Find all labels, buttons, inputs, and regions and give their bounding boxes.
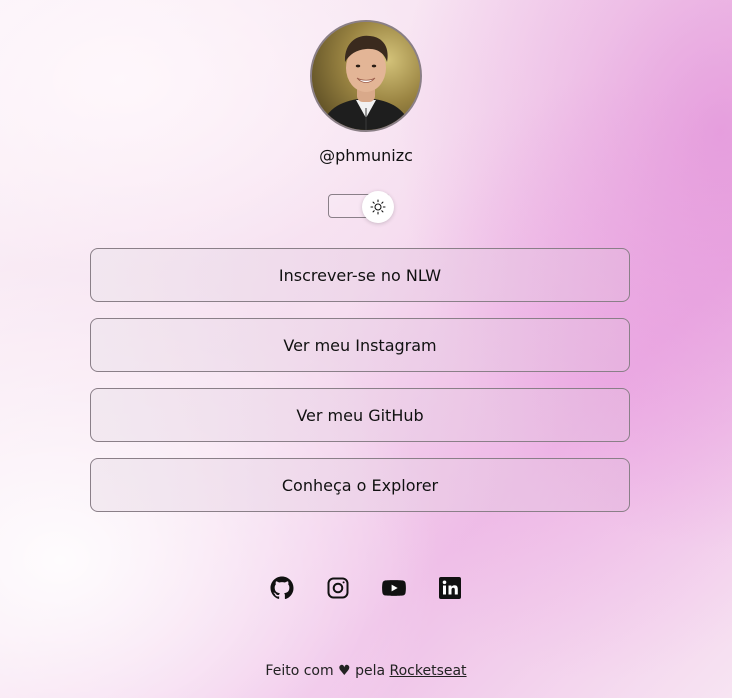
instagram-button[interactable]: Ver meu Instagram bbox=[90, 318, 630, 372]
sun-icon bbox=[370, 199, 386, 215]
theme-switch[interactable] bbox=[328, 191, 396, 225]
instagram-icon bbox=[327, 577, 349, 599]
linkedin-link[interactable] bbox=[438, 574, 462, 602]
page-container: @phmunizc Inscrever-se no NLW Ver meu In… bbox=[0, 0, 732, 698]
social-links bbox=[0, 574, 732, 602]
link-item: Conheça o Explorer bbox=[90, 458, 630, 512]
link-item: Ver meu Instagram bbox=[90, 318, 630, 372]
instagram-link[interactable] bbox=[326, 574, 350, 602]
link-item: Inscrever-se no NLW bbox=[90, 248, 630, 302]
github-icon bbox=[270, 576, 294, 600]
footer: Feito com ♥ pela Rocketseat bbox=[0, 663, 732, 679]
rocketseat-link[interactable]: Rocketseat bbox=[390, 663, 467, 679]
nlw-signup-button[interactable]: Inscrever-se no NLW bbox=[90, 248, 630, 302]
youtube-link[interactable] bbox=[382, 574, 406, 602]
footer-text: Feito com ♥ pela bbox=[265, 663, 390, 679]
avatar-photo bbox=[312, 22, 420, 130]
link-item: Ver meu GitHub bbox=[90, 388, 630, 442]
username: @phmunizc bbox=[319, 146, 413, 165]
linkedin-icon bbox=[439, 577, 461, 599]
github-button[interactable]: Ver meu GitHub bbox=[90, 388, 630, 442]
links-list: Inscrever-se no NLW Ver meu Instagram Ve… bbox=[90, 248, 630, 528]
theme-switch-knob[interactable] bbox=[362, 191, 394, 223]
explorer-button[interactable]: Conheça o Explorer bbox=[90, 458, 630, 512]
avatar bbox=[310, 20, 422, 132]
youtube-icon bbox=[382, 580, 406, 596]
github-link[interactable] bbox=[270, 574, 294, 602]
profile: @phmunizc bbox=[0, 20, 732, 166]
